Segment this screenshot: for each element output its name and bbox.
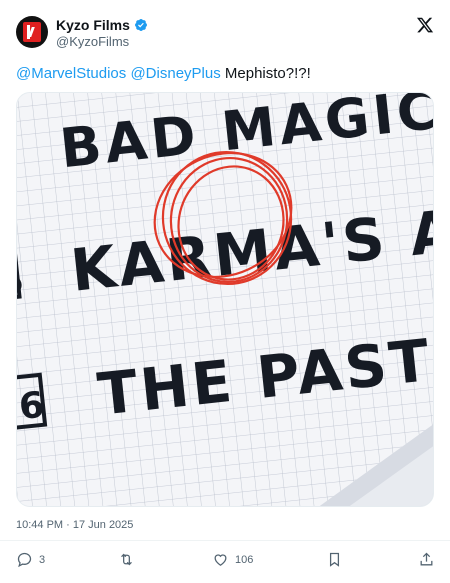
notebook-photo: BAD MAGIC 5 KARMA'S A GI 6 THE PAST IS T: [17, 93, 433, 506]
reply-button[interactable]: 3: [16, 551, 45, 568]
mention-disneyplus[interactable]: @DisneyPlus: [130, 65, 220, 82]
mention-marvelstudios[interactable]: @MarvelStudios: [16, 65, 126, 82]
reply-count: 3: [39, 553, 46, 566]
image-number-2: 6: [17, 385, 46, 428]
heart-icon: [214, 554, 227, 566]
tweet-image[interactable]: BAD MAGIC 5 KARMA'S A GI 6 THE PAST IS T: [16, 92, 434, 507]
avatar-logo-icon: [23, 22, 41, 42]
repost-icon: [121, 553, 132, 566]
tweet-body-text: Mephisto?!?!: [220, 65, 311, 82]
x-logo-icon[interactable]: [416, 16, 434, 34]
share-icon: [420, 552, 433, 566]
avatar[interactable]: [16, 16, 48, 48]
tweet-card: Kyzo Films @KyzoFilms @MarvelStudios @Di…: [0, 0, 450, 582]
tweet-text: @MarvelStudios @DisneyPlus Mephisto?!?!: [16, 64, 311, 84]
like-button[interactable]: 106: [212, 551, 253, 568]
author-info[interactable]: Kyzo Films @KyzoFilms: [56, 16, 148, 49]
author-display-name[interactable]: Kyzo Films: [56, 17, 130, 33]
action-bar: 3 106: [0, 540, 450, 583]
reply-icon: [17, 552, 32, 568]
bookmark-button[interactable]: [326, 551, 343, 568]
share-button[interactable]: [418, 551, 435, 568]
post-timestamp[interactable]: 10:44 PM · 17 Jun 2025: [16, 519, 133, 531]
bookmark-icon: [329, 552, 340, 567]
verified-badge-icon: [134, 18, 147, 31]
like-count: 106: [235, 553, 254, 566]
author-handle[interactable]: @KyzoFilms: [56, 34, 148, 49]
repost-button[interactable]: [118, 551, 135, 568]
